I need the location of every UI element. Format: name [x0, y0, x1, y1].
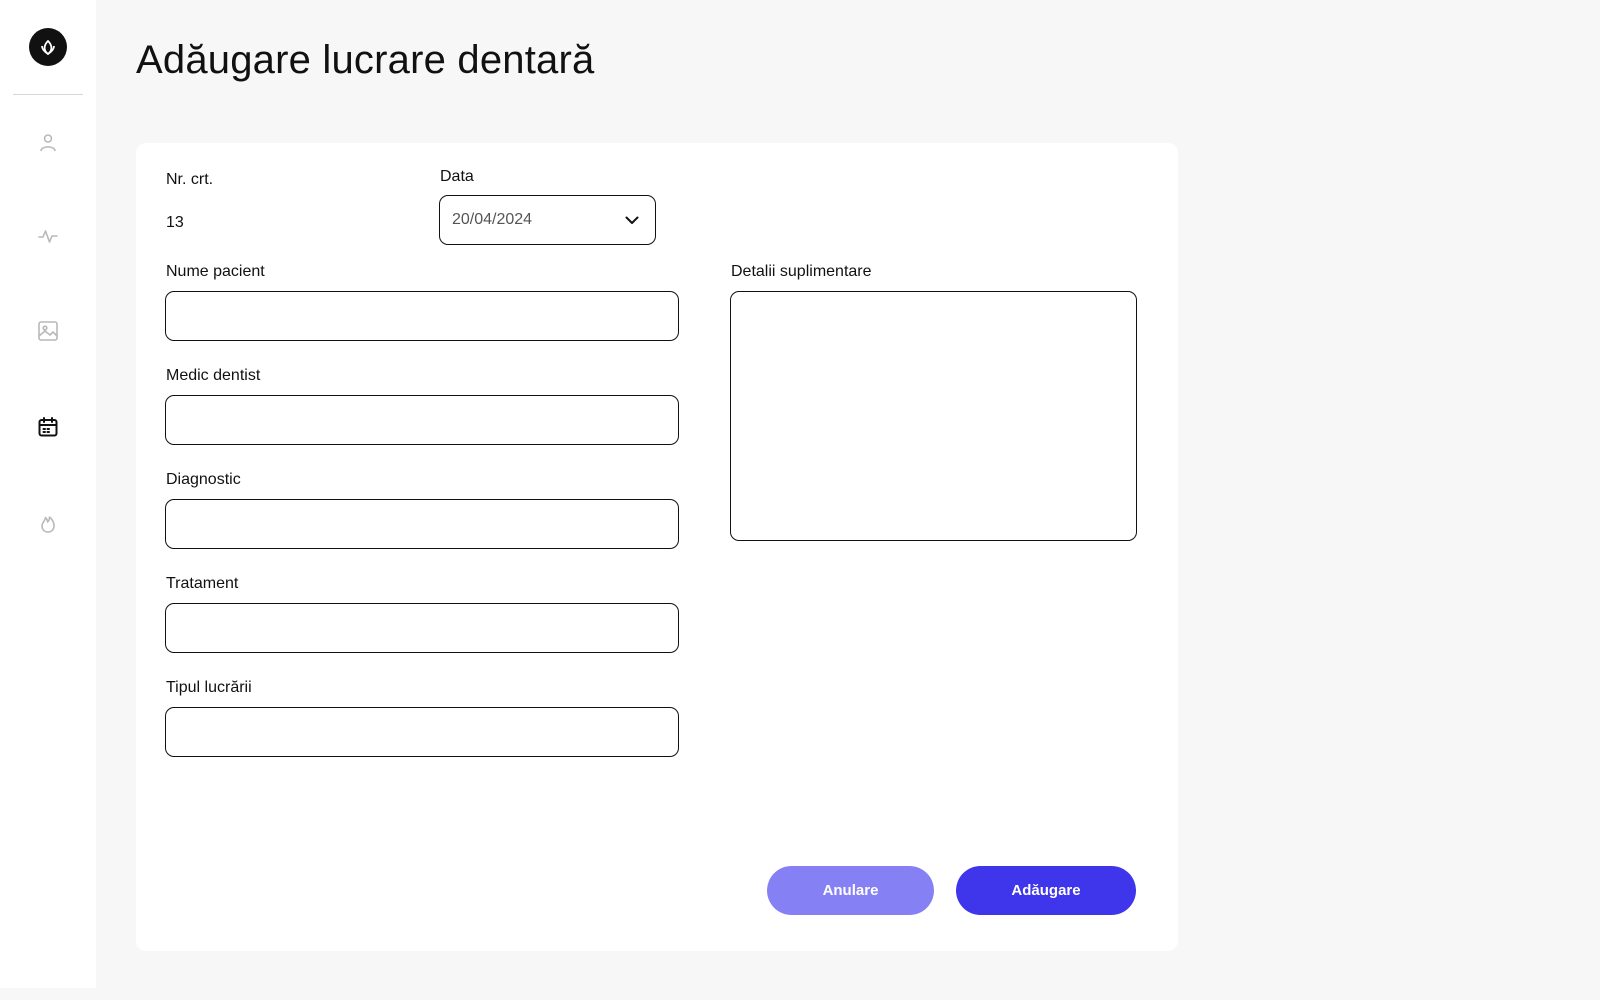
sidebar-item-activity[interactable]	[33, 221, 63, 251]
cancel-button[interactable]: Anulare	[767, 866, 934, 915]
add-button[interactable]: Adăugare	[956, 866, 1136, 915]
date-value: 20/04/2024	[452, 211, 533, 228]
diagnosis-label: Diagnostic	[166, 471, 241, 488]
details-label: Detalii suplimentare	[731, 263, 872, 280]
nr-value: 13	[166, 214, 184, 231]
details-textarea[interactable]	[730, 291, 1137, 541]
sidebar-item-trending[interactable]	[33, 508, 63, 538]
date-label: Data	[440, 168, 474, 185]
app-logo[interactable]	[29, 28, 67, 66]
sidebar	[0, 0, 96, 988]
leaf-icon	[41, 39, 55, 56]
date-select[interactable]: 20/04/2024	[439, 195, 656, 245]
dentist-input[interactable]	[165, 395, 679, 445]
activity-icon	[38, 230, 58, 243]
patient-name-input[interactable]	[165, 291, 679, 341]
patient-label: Nume pacient	[166, 263, 265, 280]
form-card: Nr. crt. 13 Data 20/04/2024 Nume pacient…	[136, 143, 1178, 951]
sidebar-item-patients[interactable]	[33, 128, 63, 158]
image-icon	[38, 321, 58, 341]
user-icon	[40, 134, 56, 152]
sidebar-item-calendar[interactable]	[33, 412, 63, 442]
calendar-icon	[38, 417, 58, 437]
sidebar-item-gallery[interactable]	[33, 316, 63, 346]
treatment-label: Tratament	[166, 575, 239, 592]
chevron-down-icon	[625, 216, 639, 224]
sidebar-divider	[13, 94, 83, 95]
work-type-label: Tipul lucrării	[166, 679, 252, 696]
diagnosis-input[interactable]	[165, 499, 679, 549]
nr-label: Nr. crt.	[166, 171, 214, 188]
dentist-label: Medic dentist	[166, 367, 261, 384]
page-title: Adăugare lucrare dentară	[136, 38, 595, 82]
treatment-input[interactable]	[165, 603, 679, 653]
flame-icon	[41, 516, 55, 533]
work-type-input[interactable]	[165, 707, 679, 757]
